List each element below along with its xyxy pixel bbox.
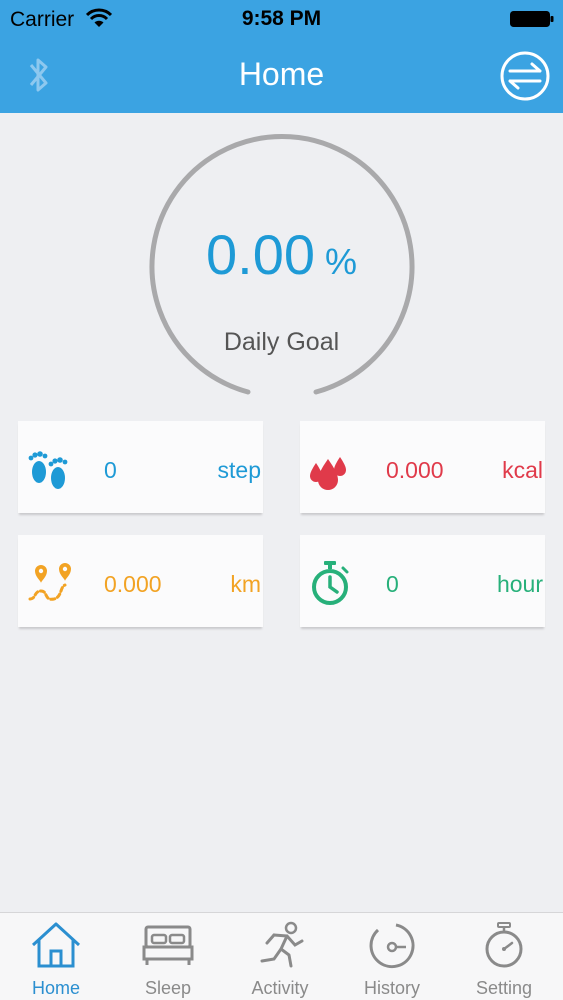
goal-label: Daily Goal [223,328,340,356]
battery-icon [510,11,554,27]
flame-drops-icon [310,457,346,490]
duration-card[interactable]: 0 hour [300,535,545,627]
tab-history-label: History [363,978,420,998]
duration-value: 0 [386,571,399,597]
footprints-icon [28,451,68,489]
tab-home[interactable]: Home [0,913,112,1000]
clock: 9:58 PM [241,7,322,30]
stopwatch-icon [312,561,349,605]
tab-setting[interactable]: Setting [448,913,560,1000]
distance-card[interactable]: 0.000 km [18,535,263,627]
tab-sleep-label: Sleep [144,978,192,998]
goal-value: 0.00 [205,223,315,286]
steps-value: 0 [104,457,117,483]
goal-unit: % [324,241,357,282]
runner-icon [260,921,304,968]
tab-sleep[interactable]: Sleep [112,913,224,1000]
sync-icon[interactable] [499,50,551,102]
nav-bar: Home [0,38,563,113]
steps-unit: step [217,457,261,483]
bed-icon [142,925,194,965]
header-bar: Carrier 9:58 PM Home [0,0,563,113]
page-title: Home [238,56,325,92]
tab-home-label: Home [31,978,80,998]
stopwatch-setting-icon [485,922,523,968]
duration-unit: hour [496,571,543,597]
tab-setting-label: Setting [475,978,533,998]
home-icon [31,922,81,968]
goal-percentage: 0.00% [0,222,563,287]
calories-card[interactable]: 0.000 kcal [300,421,545,513]
steps-card[interactable]: 0 step [18,421,263,513]
tab-bar: Home Sleep Activity History Setting [0,912,563,1000]
route-pin-icon [28,563,71,601]
status-bar: Carrier 9:58 PM [0,0,563,38]
calories-value: 0.000 [386,457,444,483]
tab-history[interactable]: History [336,913,448,1000]
tab-activity-label: Activity [251,978,309,998]
calories-unit: kcal [502,457,543,483]
distance-unit: km [230,571,261,597]
tab-activity[interactable]: Activity [224,913,336,1000]
history-dial-icon [369,923,415,969]
distance-value: 0.000 [104,571,162,597]
